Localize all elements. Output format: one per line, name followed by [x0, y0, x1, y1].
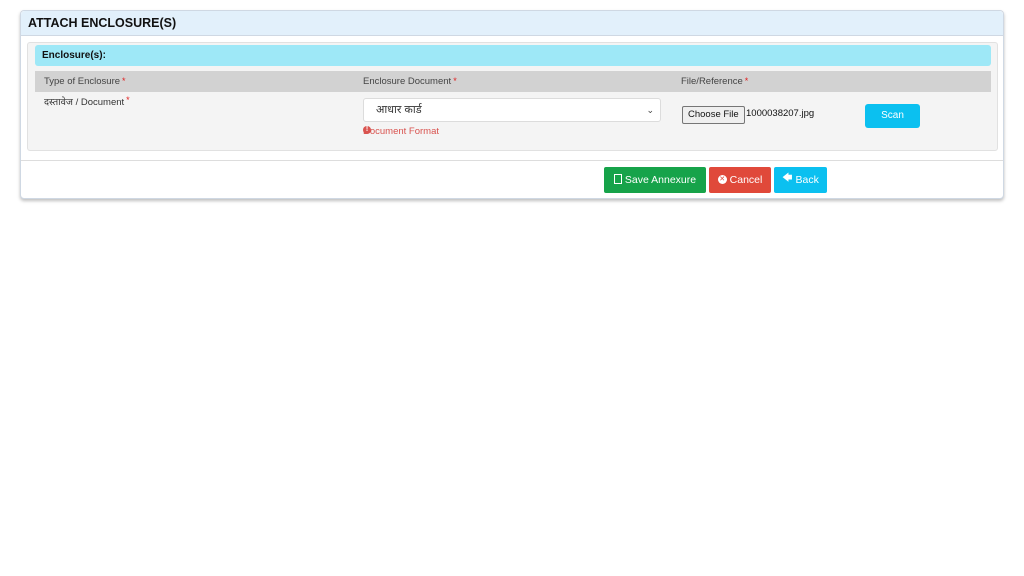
column-file-reference: File/Reference *	[681, 76, 749, 87]
selected-document: आधार कार्ड	[376, 104, 422, 116]
enclosures-column-header: Type of Enclosure * Enclosure Document * F…	[35, 71, 991, 92]
required-mark: *	[126, 95, 130, 105]
arrow-left-icon: 🡄	[782, 173, 793, 185]
back-button[interactable]: 🡄 Back	[774, 167, 827, 193]
enclosure-row: दस्तावेज / Document * आधार कार्ड ⌄ ! Docum…	[35, 95, 991, 145]
required-mark: *	[122, 76, 126, 86]
panel-title: ATTACH ENCLOSURE(S)	[21, 11, 1003, 36]
cancel-button[interactable]: ✕ Cancel	[709, 167, 771, 193]
required-mark: *	[744, 76, 749, 86]
file-icon	[613, 174, 622, 185]
scan-button[interactable]: Scan	[865, 104, 920, 128]
enclosure-document-select[interactable]: आधार कार्ड ⌄	[363, 98, 661, 122]
enclosure-type-label: दस्तावेज / Document *	[44, 95, 130, 108]
info-circle-icon: !	[363, 126, 371, 134]
enclosures-section: Enclosure(s): Type of Enclosure * Enclosu…	[27, 42, 998, 151]
choose-file-button[interactable]: Choose File	[682, 106, 745, 124]
enclosures-heading: Enclosure(s):	[35, 45, 991, 66]
times-circle-icon: ✕	[717, 174, 727, 184]
save-annexure-button[interactable]: Save Annexure	[604, 167, 706, 193]
attach-enclosures-panel: ATTACH ENCLOSURE(S) Enclosure(s): Type o…	[20, 10, 1004, 199]
selected-file-name: 1000038207.jpg	[746, 108, 815, 119]
column-type-of-enclosure: Type of Enclosure *	[44, 76, 126, 87]
document-format-hint[interactable]: ! Document Format	[363, 126, 439, 137]
chevron-down-icon: ⌄	[646, 105, 654, 115]
footer-divider	[21, 160, 1003, 161]
column-enclosure-document: Enclosure Document *	[363, 76, 457, 87]
required-mark: *	[453, 76, 457, 86]
